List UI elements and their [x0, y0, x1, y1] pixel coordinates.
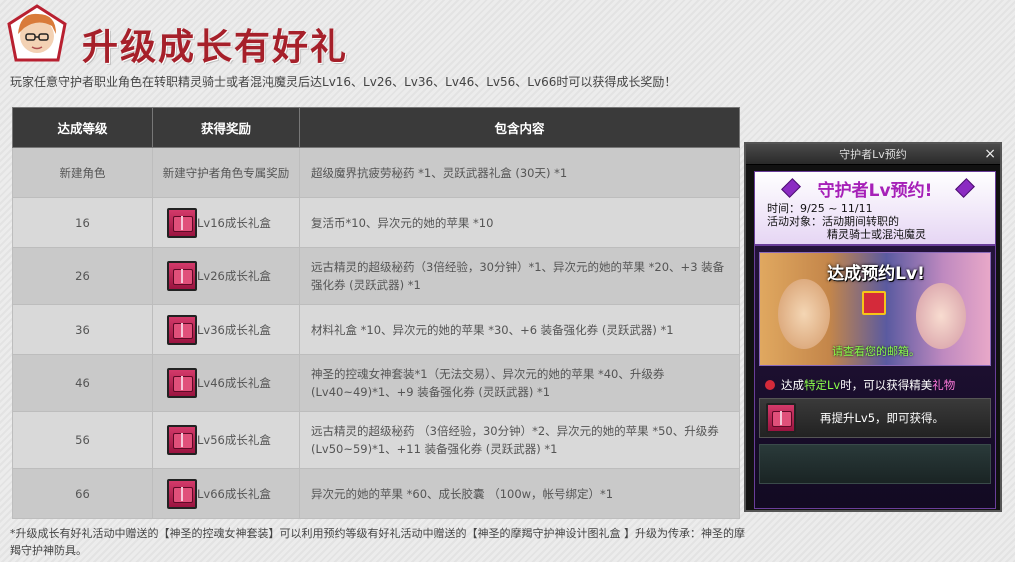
row-content: 超级魔界抗疲劳秘药 *1、灵跃武器礼盒 (30天) *1: [299, 147, 740, 198]
reward-prefix: 达成: [781, 378, 804, 392]
row-reward: Lv46成长礼盒: [152, 354, 300, 412]
table-row: 36 Lv36成长礼盒 材料礼盒 *10、异次元的她的苹果 *30、+6 装备强…: [12, 304, 740, 355]
close-icon[interactable]: ×: [984, 144, 996, 165]
row-reward: Lv66成长礼盒: [152, 468, 300, 519]
avatar: [6, 4, 68, 66]
gift-box-icon[interactable]: [167, 207, 197, 238]
gift-box-icon[interactable]: [766, 403, 796, 433]
table-row: 26 Lv26成长礼盒 远古精灵的超级秘药（3倍经验，30分钟）*1、异次元的她…: [12, 247, 740, 305]
character-left-illustration: [778, 279, 830, 349]
row-level: 66: [12, 468, 153, 519]
reward-mid: 时，可以获得精美: [840, 378, 933, 392]
event-target: 活动对象：活动期间转职的: [767, 215, 899, 228]
gift-box-icon[interactable]: [167, 478, 197, 509]
gift-box-icon[interactable]: [167, 425, 197, 455]
art-subtitle: 请查看您的邮箱。: [832, 345, 920, 358]
gift-box-icon[interactable]: [167, 314, 197, 345]
row-level: 46: [12, 354, 153, 412]
table-row: 66 Lv66成长礼盒 异次元的她的苹果 *60、成长胶囊 （100w，帐号绑定…: [12, 468, 740, 519]
reward-description: 达成 特定Lv 时，可以获得精美 礼物: [759, 375, 991, 395]
empty-reward-slot[interactable]: [759, 444, 991, 484]
row-reward-label: Lv16成长礼盒: [197, 215, 271, 230]
row-level: 16: [12, 197, 153, 248]
panel-title-bar[interactable]: 守护者Lv预约 ×: [746, 144, 1000, 165]
row-reward-label: Lv36成长礼盒: [197, 322, 271, 337]
row-level: 56: [12, 411, 153, 469]
page-header: 升级成长有好礼: [6, 4, 606, 68]
row-content: 远古精灵的超级秘药 （3倍经验，30分钟）*2、异次元的她的苹果 *50、升级券…: [299, 411, 740, 469]
gift-icon: [862, 291, 886, 315]
row-level: 新建角色: [12, 147, 153, 198]
banner-head: 守护者Lv预约! 时间：9/25 ~ 11/11 活动对象：活动期间转职的 精灵…: [755, 172, 995, 246]
row-level: 26: [12, 247, 153, 305]
row-reward-label: Lv26成长礼盒: [197, 269, 271, 283]
footnote: *升级成长有好礼活动中赠送的【神圣的控魂女神套装】可以利用预约等级有好礼活动中赠…: [10, 527, 745, 557]
reward-slot[interactable]: 再提升Lv5，即可获得。: [759, 398, 991, 438]
header-content: 包含内容: [299, 107, 740, 148]
row-content: 材料礼盒 *10、异次元的她的苹果 *30、+6 装备强化券 (灵跃武器) *1: [299, 304, 740, 355]
table-row: 16 Lv16成长礼盒 复活币*10、异次元的她的苹果 *10: [12, 197, 740, 248]
table-header-row: 达成等级 获得奖励 包含内容: [12, 107, 740, 148]
table-row: 新建角色 新建守护者角色专属奖励 超级魔界抗疲劳秘药 *1、灵跃武器礼盒 (30…: [12, 147, 740, 198]
panel-title: 守护者Lv预约: [839, 148, 907, 161]
reward-table: 达成等级 获得奖励 包含内容 新建角色 新建守护者角色专属奖励 超级魔界抗疲劳秘…: [12, 107, 740, 519]
row-reward: 新建守护者角色专属奖励: [152, 147, 300, 198]
reward-highlight-level: 特定Lv: [804, 378, 841, 392]
gift-box-icon[interactable]: [167, 368, 197, 398]
reward-highlight-gift: 礼物: [932, 378, 956, 392]
row-reward: Lv36成长礼盒: [152, 304, 300, 355]
row-content: 异次元的她的苹果 *60、成长胶囊 （100w，帐号绑定）*1: [299, 468, 740, 519]
table-row: 56 Lv56成长礼盒 远古精灵的超级秘药 （3倍经验，30分钟）*2、异次元的…: [12, 411, 740, 469]
row-content: 神圣的控魂女神套装*1（无法交易）、异次元的她的苹果 *40、升级券 (Lv40…: [299, 354, 740, 412]
row-content: 远古精灵的超级秘药（3倍经验，30分钟）*1、异次元的她的苹果 *20、+3 装…: [299, 247, 740, 305]
row-reward: Lv26成长礼盒: [152, 247, 300, 305]
row-reward-label: Lv66成长礼盒: [197, 486, 271, 501]
row-reward-label: Lv56成长礼盒: [197, 433, 271, 447]
character-right-illustration: [916, 283, 966, 349]
event-banner: 守护者Lv预约! 时间：9/25 ~ 11/11 活动对象：活动期间转职的 精灵…: [754, 171, 996, 509]
art-title: 达成预约Lv!: [827, 264, 925, 284]
banner-info: 时间：9/25 ~ 11/11 活动对象：活动期间转职的 精灵骑士或混沌魔灵: [767, 202, 926, 241]
event-artwork: 达成预约Lv! 请查看您的邮箱。: [759, 252, 991, 366]
reservation-panel: 守护者Lv预约 × 守护者Lv预约! 时间：9/25 ~ 11/11 活动对象：…: [744, 142, 1002, 512]
page-title: 升级成长有好礼: [82, 27, 349, 68]
header-level: 达成等级: [12, 107, 153, 148]
header-reward: 获得奖励: [152, 107, 300, 148]
event-target-2: 精灵骑士或混沌魔灵: [827, 228, 926, 241]
table-row: 46 Lv46成长礼盒 神圣的控魂女神套装*1（无法交易）、异次元的她的苹果 *…: [12, 354, 740, 412]
row-reward: Lv16成长礼盒: [152, 197, 300, 248]
page-subtitle: 玩家任意守护者职业角色在转职精灵骑士或者混沌魔灵后达Lv16、Lv26、Lv36…: [10, 75, 677, 89]
reward-slot-text: 再提升Lv5，即可获得。: [820, 411, 945, 425]
gift-box-icon[interactable]: [167, 261, 197, 291]
row-level: 36: [12, 304, 153, 355]
row-reward: Lv56成长礼盒: [152, 411, 300, 469]
bag-icon: [765, 380, 775, 390]
row-reward-label: Lv46成长礼盒: [197, 376, 271, 390]
row-content: 复活币*10、异次元的她的苹果 *10: [299, 197, 740, 248]
event-time: 时间：9/25 ~ 11/11: [767, 202, 873, 215]
